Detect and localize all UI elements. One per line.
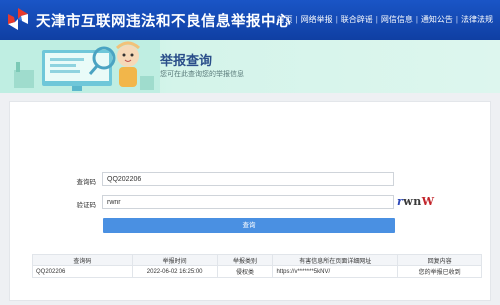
page-title: 举报查询 [160, 54, 213, 69]
cell-report-category: 侵权类 [216, 265, 274, 278]
nav-cyber-info[interactable]: 网信信息 [378, 14, 416, 25]
column-header: 查询码 [32, 254, 133, 266]
results-table: 查询码 举报时间 举报类别 有害信息所在页面详细网址 回复内容 QQ202206… [32, 254, 482, 278]
table-header-row: 查询码 举报时间 举报类别 有害信息所在页面详细网址 回复内容 [32, 254, 482, 266]
cell-url[interactable]: https://v*******5kNV/ [272, 265, 399, 278]
captcha-input[interactable]: rwnr [102, 195, 394, 209]
nav-online-report[interactable]: 网络举报 [298, 14, 336, 25]
nav-laws[interactable]: 法律法规 [458, 14, 496, 25]
query-code-input[interactable]: QQ202206 [102, 172, 394, 186]
captcha-label: 验证码 [76, 202, 97, 209]
cell-reply: 您的举报已收到 [397, 265, 482, 278]
page-banner: 举报查询 您可在此查询您的举报信息 [0, 40, 500, 93]
query-panel: 查询码 QQ202206 验证码 rwnr rwnW 查询 查询码 举报时间 举… [9, 101, 491, 301]
cell-report-time: 2022-06-02 16:25:00 [131, 265, 218, 278]
nav-notices[interactable]: 通知公告 [418, 14, 456, 25]
banner-illustration-icon [0, 40, 160, 93]
site-header: 天津市互联网违法和不良信息举报中心 首页 | 网络举报 | 联合辟谣 | 网信信息 | … [0, 0, 500, 40]
nav-rumor-refute[interactable]: 联合辟谣 [338, 14, 376, 25]
query-button[interactable]: 查询 [103, 218, 395, 233]
column-header: 举报类别 [216, 254, 274, 266]
page-subtitle: 您可在此查询您的举报信息 [160, 71, 244, 78]
nav-home[interactable]: 首页 [274, 14, 296, 25]
site-logo-icon[interactable] [6, 7, 30, 31]
column-header: 举报时间 [131, 254, 218, 266]
cell-query-code: QQ202206 [32, 265, 133, 278]
column-header: 回复内容 [397, 254, 482, 266]
site-title: 天津市互联网违法和不良信息举报中心 [36, 14, 291, 30]
column-header: 有害信息所在页面详细网址 [272, 254, 399, 266]
query-code-label: 查询码 [76, 179, 97, 186]
main-nav: 首页 | 网络举报 | 联合辟谣 | 网信信息 | 通知公告 | 法律法规 [274, 14, 496, 25]
table-row[interactable]: QQ202206 2022-06-02 16:25:00 侵权类 https:/… [32, 265, 482, 278]
captcha-image[interactable]: rwnW [397, 195, 434, 209]
